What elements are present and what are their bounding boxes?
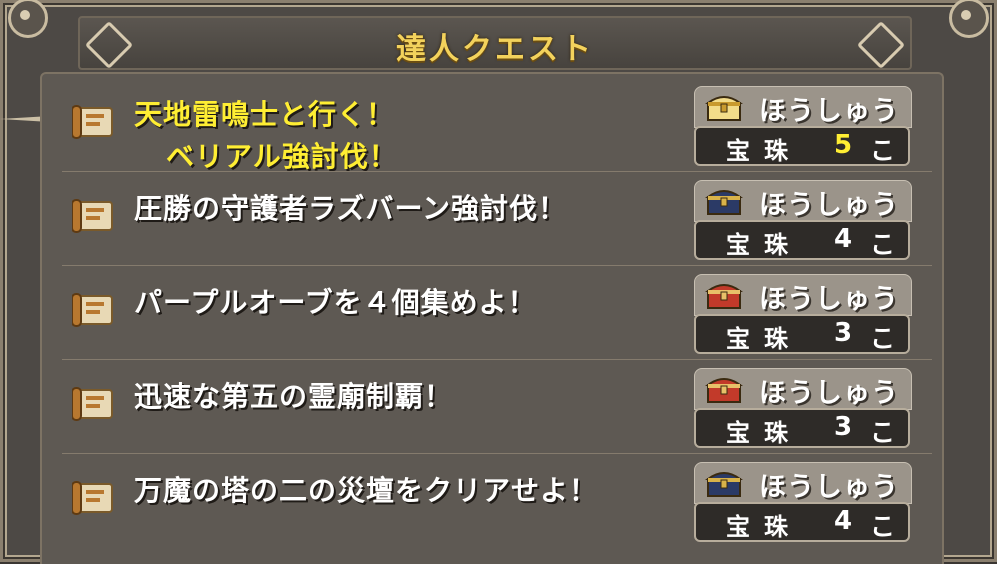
reward-detail: 宝珠 4 こ xyxy=(694,502,910,542)
reward-header: ほうしゅう xyxy=(694,180,912,222)
reward-item-name: 宝珠 xyxy=(726,419,802,447)
row-divider xyxy=(62,171,932,172)
reward-box: ほうしゅう 宝珠 5 こ xyxy=(694,86,912,168)
reward-quantity: 5 xyxy=(834,130,853,160)
reward-box: ほうしゅう 宝珠 3 こ xyxy=(694,368,912,450)
page-title: 達人クエスト xyxy=(396,32,594,67)
reward-detail: 宝珠 4 こ xyxy=(694,220,910,260)
reward-detail: 宝珠 5 こ xyxy=(694,126,910,166)
quest-scroll-icon xyxy=(72,481,113,515)
quest-row[interactable]: パープルオーブを４個集めよ！ ほうしゅう 宝珠 3 こ xyxy=(42,268,932,360)
reward-label: ほうしゅう xyxy=(759,378,899,409)
window-frame: 達人クエスト 天地雷鳴士と行く！ ベリアル強討伐！ ほうしゅう 宝珠 5 こ 圧… xyxy=(0,0,997,564)
reward-item-name: 宝珠 xyxy=(726,325,802,353)
reward-unit: こ xyxy=(870,136,896,165)
quest-title: 迅速な第五の霊廟制覇！ xyxy=(134,376,453,418)
row-divider xyxy=(62,265,932,266)
quest-scroll-icon xyxy=(72,199,113,233)
frame-ornament-icon xyxy=(949,0,989,38)
reward-label: ほうしゅう xyxy=(759,190,899,221)
reward-unit: こ xyxy=(870,512,896,541)
row-divider xyxy=(62,359,932,360)
quest-scroll-icon xyxy=(72,387,113,421)
red-chest-icon xyxy=(705,284,743,309)
reward-box: ほうしゅう 宝珠 3 こ xyxy=(694,274,912,356)
reward-quantity: 4 xyxy=(834,224,853,254)
quest-row[interactable]: 天地雷鳴士と行く！ ベリアル強討伐！ ほうしゅう 宝珠 5 こ xyxy=(42,80,932,173)
reward-quantity: 4 xyxy=(834,506,853,536)
title-bar: 達人クエスト xyxy=(78,16,912,70)
quest-title-line1: 万魔の塔の二の災壇をクリアせよ！ xyxy=(134,474,599,507)
reward-quantity: 3 xyxy=(834,412,853,442)
gold-chest-icon xyxy=(705,96,743,121)
quest-title-line1: 迅速な第五の霊廟制覇！ xyxy=(134,380,454,413)
quest-scroll-icon xyxy=(72,293,113,327)
reward-item-name: 宝珠 xyxy=(726,513,802,541)
reward-unit: こ xyxy=(870,418,896,447)
quest-title: パープルオーブを４個集めよ！ xyxy=(134,282,537,324)
quest-title: 万魔の塔の二の災壇をクリアせよ！ xyxy=(134,470,598,512)
frame-ornament-icon xyxy=(8,0,48,38)
reward-quantity: 3 xyxy=(834,318,853,348)
reward-header: ほうしゅう xyxy=(694,368,912,410)
row-divider xyxy=(62,453,932,454)
quest-title-line1: 圧勝の守護者ラズバーン強討伐！ xyxy=(134,192,568,225)
quest-row[interactable]: 迅速な第五の霊廟制覇！ ほうしゅう 宝珠 3 こ xyxy=(42,362,932,454)
blue-chest-icon xyxy=(705,472,743,497)
quest-title: 天地雷鳴士と行く！ ベリアル強討伐！ xyxy=(134,94,398,178)
reward-label: ほうしゅう xyxy=(759,472,899,503)
reward-label: ほうしゅう xyxy=(759,284,899,315)
reward-header: ほうしゅう xyxy=(694,86,912,128)
quest-title-line1: パープルオーブを４個集めよ！ xyxy=(134,286,537,319)
reward-detail: 宝珠 3 こ xyxy=(694,314,910,354)
red-chest-icon xyxy=(705,378,743,403)
reward-box: ほうしゅう 宝珠 4 こ xyxy=(694,462,912,544)
reward-unit: こ xyxy=(870,230,896,259)
quest-scroll-icon xyxy=(72,105,113,139)
reward-label: ほうしゅう xyxy=(759,96,899,127)
quest-title: 圧勝の守護者ラズバーン強討伐！ xyxy=(134,188,567,230)
reward-unit: こ xyxy=(870,324,896,353)
quest-row[interactable]: 圧勝の守護者ラズバーン強討伐！ ほうしゅう 宝珠 4 こ xyxy=(42,174,932,266)
blue-chest-icon xyxy=(705,190,743,215)
reward-item-name: 宝珠 xyxy=(726,231,802,259)
reward-item-name: 宝珠 xyxy=(726,137,802,165)
reward-header: ほうしゅう xyxy=(694,274,912,316)
quest-row[interactable]: 万魔の塔の二の災壇をクリアせよ！ ほうしゅう 宝珠 4 こ xyxy=(42,456,932,548)
reward-box: ほうしゅう 宝珠 4 こ xyxy=(694,180,912,262)
reward-detail: 宝珠 3 こ xyxy=(694,408,910,448)
reward-header: ほうしゅう xyxy=(694,462,912,504)
quest-title-line1: 天地雷鳴士と行く！ xyxy=(134,98,396,131)
